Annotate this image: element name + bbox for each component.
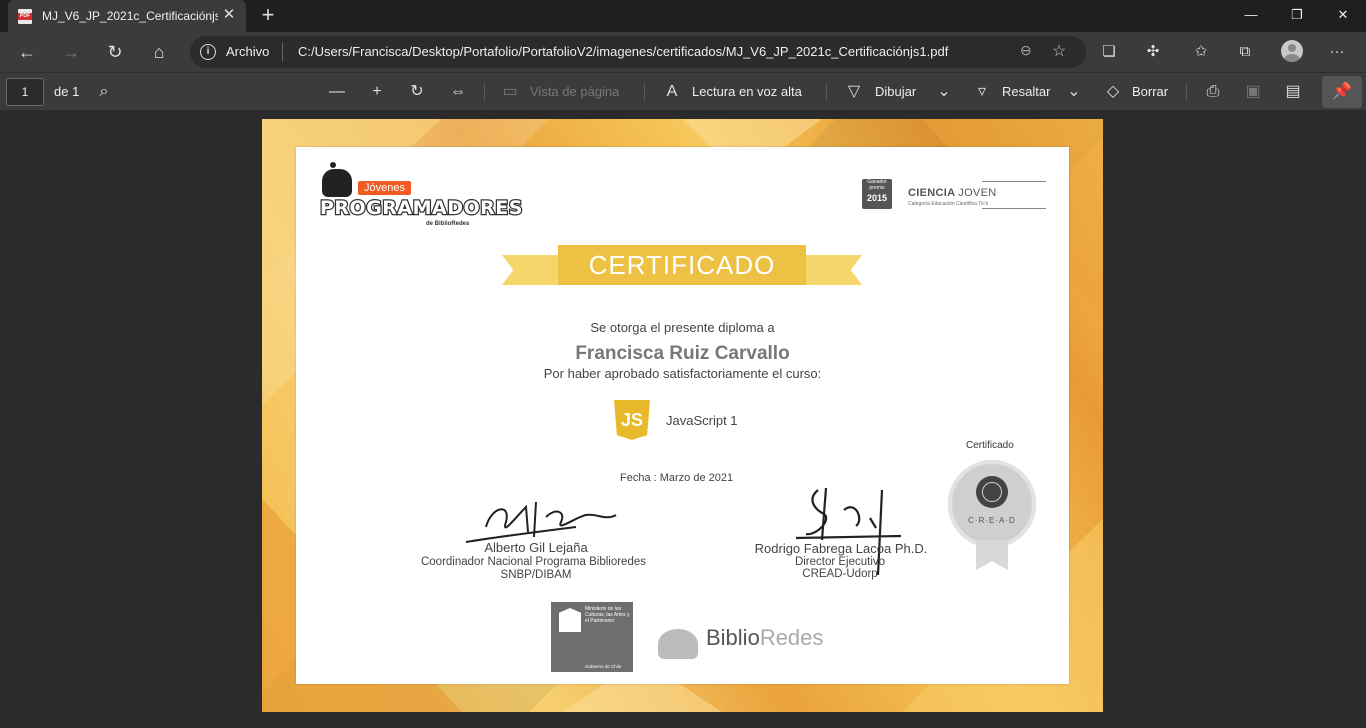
collections-icon[interactable]: ❏ <box>1094 37 1124 67</box>
award-box: Ganador premio 2015 <box>862 179 892 209</box>
print-icon[interactable]: ⎙ <box>1201 80 1225 104</box>
cread-seal: C·R·E·A·D <box>948 460 1038 570</box>
course-statement: Por haber aprobado satisfactoriamente el… <box>543 366 822 381</box>
save-as-icon[interactable]: ▤ <box>1281 80 1305 104</box>
globe-icon <box>976 476 1008 508</box>
javascript-badge-icon: JS <box>614 400 650 440</box>
read-aloud-icon[interactable]: A <box>660 80 684 104</box>
more-menu-icon[interactable]: ··· <box>1322 37 1352 67</box>
erase-button[interactable]: Borrar <box>1132 84 1168 99</box>
zoom-out-icon[interactable]: ⊖ <box>1020 42 1032 59</box>
favorites-icon[interactable]: ✩ <box>1186 37 1216 67</box>
seal-ribbon <box>976 540 1008 570</box>
ciencia-joven-logo: Ganador premio 2015 CIENCIA JOVEN Catego… <box>862 177 1048 213</box>
toolbar-divider <box>826 83 827 101</box>
draw-icon[interactable]: ▽ <box>842 80 866 104</box>
logo-de-biblioredes: de BiblioRedes <box>426 221 470 227</box>
issue-date: Fecha : Marzo de 2021 <box>620 472 734 484</box>
award-text: Ganador premio <box>867 179 887 191</box>
ministry-text: Ministerio de las Culturas, las Artes y … <box>585 606 630 624</box>
ministry-logo: Ministerio de las Culturas, las Artes y … <box>551 602 633 672</box>
ministry-footer: Gobierno de Chile <box>585 664 622 669</box>
signer-2-name: Rodrigo Fabrega Lacoa Ph.D. <box>754 541 928 556</box>
pin-toolbar-icon[interactable]: 📌 <box>1322 76 1362 108</box>
forward-icon[interactable]: → <box>56 37 86 67</box>
robot-icon <box>322 162 352 197</box>
toolbar-divider <box>644 83 645 101</box>
highlight-options-chevron-icon[interactable]: ⌄ <box>1062 80 1086 104</box>
crest-icon <box>559 608 581 632</box>
tab-strip: PDF MJ_V6_JP_2021c_Certificaciónjs1 ✕ + … <box>0 0 1366 32</box>
pdf-icon: PDF <box>18 9 32 24</box>
highlight-button[interactable]: Resaltar <box>1002 84 1050 99</box>
eraser-icon[interactable]: ◇ <box>1101 80 1125 104</box>
certificate-ribbon: CERTIFICADO <box>502 241 862 293</box>
rotate-icon[interactable]: ↻ <box>405 80 429 104</box>
page-view-icon[interactable]: ▭ <box>498 80 522 104</box>
book-icon <box>658 629 698 659</box>
page-count: de 1 <box>54 84 80 99</box>
fit-page-icon[interactable]: ⇔ <box>446 80 470 104</box>
seal-text: C·R·E·A·D <box>968 516 1016 525</box>
seal-label: Certificado <box>966 440 1014 451</box>
add-favorite-icon[interactable]: ☆ <box>1052 41 1066 61</box>
biblioredes-logo: BiblioRedes <box>658 615 824 665</box>
zoom-in-button[interactable]: + <box>365 80 389 104</box>
certificate-title: CERTIFICADO <box>558 245 806 285</box>
highlight-icon[interactable]: ▿ <box>970 80 994 104</box>
url-scheme: Archivo <box>226 44 270 59</box>
toolbar-divider <box>1186 83 1187 101</box>
signer-1-role: Coordinador Nacional Programa Bibliorede… <box>420 556 646 568</box>
page-number-input[interactable]: 1 <box>6 78 44 106</box>
tab-title: MJ_V6_JP_2021c_Certificaciónjs1 <box>42 9 218 23</box>
minimize-icon[interactable]: — <box>1228 0 1274 32</box>
pdf-page: Jóvenes PROGRAMADORES de BiblioRedes Gan… <box>262 119 1103 712</box>
recipient-name: Francisca Ruiz Carvallo <box>575 343 790 364</box>
circuit-decoration <box>982 181 1046 209</box>
tab-pdf[interactable]: PDF MJ_V6_JP_2021c_Certificaciónjs1 ✕ <box>8 0 246 32</box>
extensions-icon[interactable]: ✣ <box>1138 37 1168 67</box>
jovenes-programadores-logo: Jóvenes PROGRAMADORES de BiblioRedes <box>318 161 524 231</box>
close-window-icon[interactable]: ✕ <box>1320 0 1366 32</box>
signer-2-role: Director Ejecutivo <box>794 556 886 568</box>
signer-1-organization: SNBP/DIBAM <box>500 569 572 581</box>
certificate-card: Jóvenes PROGRAMADORES de BiblioRedes Gan… <box>296 147 1069 684</box>
course-name: JavaScript 1 <box>666 413 738 428</box>
ciencia-subtitle: Categoría Educación Científica Tic's <box>908 201 989 207</box>
address-bar: ← → ↻ ⌂ i Archivo C:/Users/Francisca/Des… <box>0 32 1366 72</box>
save-icon[interactable]: ▣ <box>1241 80 1265 104</box>
profile-avatar[interactable] <box>1281 40 1303 62</box>
close-tab-icon[interactable]: ✕ <box>220 6 238 24</box>
toolbar-divider <box>484 83 485 101</box>
biblioredes-text: BiblioRedes <box>706 625 824 650</box>
home-icon[interactable]: ⌂ <box>144 37 174 67</box>
award-year: 2015 <box>866 193 888 203</box>
draw-options-chevron-icon[interactable]: ⌄ <box>932 80 956 104</box>
pdf-toolbar: 1 de 1 ⌕ — + ↻ ⇔ ▭ Vista de página A Lec… <box>0 72 1366 111</box>
zoom-out-button[interactable]: — <box>325 80 349 104</box>
url-divider <box>282 43 283 61</box>
signer-1-name: Alberto Gil Lejaña <box>484 540 588 555</box>
back-icon[interactable]: ← <box>12 37 42 67</box>
url-text: C:/Users/Francisca/Desktop/Portafolio/Po… <box>298 44 949 59</box>
page-view-button[interactable]: Vista de página <box>530 84 619 99</box>
pdf-viewer[interactable]: Jóvenes PROGRAMADORES de BiblioRedes Gan… <box>0 110 1366 728</box>
info-icon[interactable]: i <box>200 44 216 60</box>
restore-icon[interactable]: ❐ <box>1274 0 1320 32</box>
search-icon[interactable]: ⌕ <box>92 80 116 104</box>
award-statement: Se otorga el presente diploma a <box>590 320 775 335</box>
new-tab-button[interactable]: + <box>256 4 280 28</box>
tabs-collection-icon[interactable]: ⧉ <box>1230 37 1260 67</box>
signer-2-organization: CREAD-Udorp <box>802 568 878 580</box>
read-aloud-button[interactable]: Lectura en voz alta <box>692 84 802 99</box>
logo-jovenes: Jóvenes <box>358 181 411 195</box>
logo-programadores: PROGRAMADORES <box>319 196 524 221</box>
refresh-icon[interactable]: ↻ <box>100 37 130 67</box>
url-input[interactable]: i Archivo C:/Users/Francisca/Desktop/Por… <box>190 36 1086 68</box>
draw-button[interactable]: Dibujar <box>875 84 916 99</box>
